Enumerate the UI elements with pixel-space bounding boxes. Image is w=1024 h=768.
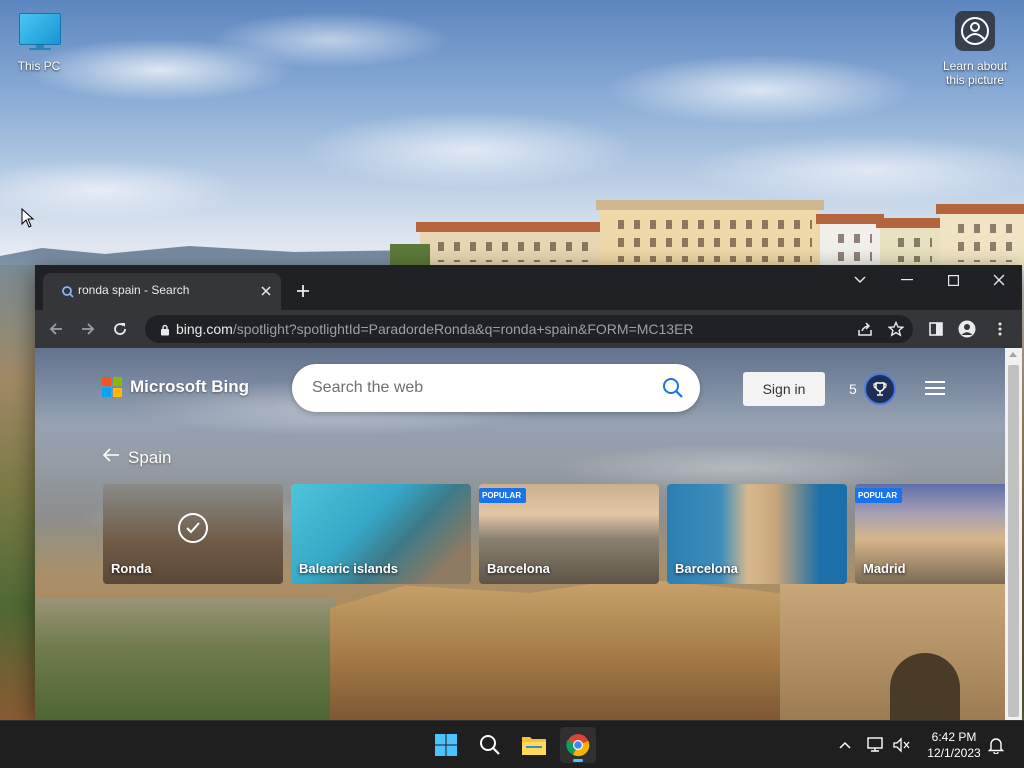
notification-bell-icon[interactable]	[986, 735, 1006, 755]
chrome-icon[interactable]	[560, 727, 596, 763]
arrow-left-icon	[102, 447, 120, 468]
trophy-icon[interactable]	[864, 373, 896, 405]
popular-badge: POPULAR	[855, 488, 903, 503]
card-balearic-islands[interactable]: Balearic islands	[291, 484, 471, 584]
card-madrid[interactable]: POPULAR Madrid	[855, 484, 1005, 584]
desktop-icon-label: This PC	[17, 59, 61, 73]
rewards-points: 5	[849, 381, 857, 397]
building	[596, 200, 824, 270]
cliff-background	[330, 578, 830, 720]
chevron-down-icon[interactable]	[837, 265, 883, 295]
left-terrain	[0, 265, 36, 720]
search-box	[292, 364, 700, 412]
desktop-icon-this-pc[interactable]: This PC	[0, 0, 80, 80]
network-icon[interactable]	[866, 735, 886, 755]
file-explorer-icon[interactable]	[516, 727, 552, 763]
vertical-scrollbar[interactable]	[1005, 348, 1022, 720]
page-content: Microsoft Bing Sign in 5 Spain Ro	[35, 348, 1005, 720]
lock-icon[interactable]	[160, 323, 170, 341]
arrow-right-icon[interactable]	[77, 318, 99, 340]
card-barcelona[interactable]: Barcelona	[667, 484, 847, 584]
taskbar: 6:42 PM 12/1/2023	[0, 720, 1024, 768]
tab-title: ronda spain - Search	[78, 283, 190, 297]
maximize-icon[interactable]	[930, 265, 976, 295]
scroll-thumb[interactable]	[1008, 365, 1019, 717]
search-icon[interactable]	[472, 727, 508, 763]
browser-toolbar: bing.com/spotlight?spotlightId=Paradorde…	[35, 310, 1022, 348]
arrow-left-icon[interactable]	[45, 318, 67, 340]
building	[936, 204, 1024, 270]
back-label: Spain	[128, 447, 172, 467]
card-ronda[interactable]: Ronda	[103, 484, 283, 584]
hamburger-menu-icon[interactable]	[925, 381, 945, 395]
card-label: Barcelona	[675, 561, 738, 576]
active-app-indicator	[573, 759, 583, 762]
card-label: Barcelona	[487, 561, 550, 576]
bing-logo-text: Microsoft Bing	[130, 377, 249, 396]
url-text: bing.com/spotlight?spotlightId=Paradorde…	[176, 321, 694, 337]
system-clock[interactable]: 6:42 PM 12/1/2023	[918, 729, 990, 761]
building	[876, 218, 944, 270]
browser-window: ronda spain - Search bing.com/spotlight?…	[35, 265, 1022, 720]
search-icon[interactable]	[662, 377, 684, 404]
card-barcelona-popular[interactable]: POPULAR Barcelona	[479, 484, 659, 584]
clock-time: 6:42 PM	[931, 730, 977, 744]
reload-icon[interactable]	[109, 318, 131, 340]
close-icon[interactable]	[257, 282, 275, 300]
monitor-icon	[19, 13, 61, 45]
more-vert-icon[interactable]	[989, 318, 1011, 340]
card-label: Ronda	[111, 561, 152, 576]
scroll-up-arrow-icon[interactable]	[1009, 352, 1017, 357]
ronda-town	[390, 190, 1024, 270]
search-input[interactable]	[312, 376, 642, 400]
windows-start-icon[interactable]	[428, 727, 464, 763]
minimize-icon[interactable]	[884, 265, 930, 295]
valley-background	[35, 598, 335, 720]
destination-carousel: Ronda Balearic islands POPULAR Barcelona…	[103, 484, 1005, 584]
volume-muted-icon[interactable]	[892, 735, 912, 755]
tab-ronda-spain-search[interactable]: ronda spain - Search	[43, 273, 281, 310]
plus-icon[interactable]	[292, 280, 314, 302]
microsoft-logo-icon	[102, 377, 122, 397]
profile-icon[interactable]	[956, 318, 978, 340]
popular-badge: POPULAR	[479, 488, 527, 503]
share-icon[interactable]	[854, 318, 876, 340]
card-label: Madrid	[863, 561, 906, 576]
address-bar[interactable]: bing.com/spotlight?spotlightId=Paradorde…	[145, 315, 913, 343]
bing-logo[interactable]: Microsoft Bing	[102, 377, 249, 397]
close-icon[interactable]	[976, 265, 1022, 295]
tab-strip: ronda spain - Search	[35, 265, 1022, 310]
side-panel-icon[interactable]	[925, 318, 947, 340]
chevron-up-icon[interactable]	[835, 735, 855, 755]
bridge-background	[780, 583, 1005, 720]
building	[816, 214, 884, 270]
star-icon[interactable]	[885, 318, 907, 340]
sign-in-button[interactable]: Sign in	[743, 372, 825, 406]
card-label: Balearic islands	[299, 561, 398, 576]
building	[416, 222, 604, 270]
back-to-spain-link[interactable]: Spain	[102, 447, 171, 468]
camera-icon	[955, 11, 995, 51]
search-icon	[60, 284, 76, 300]
checkmark-icon	[178, 513, 208, 543]
desktop-icon-label: Learn about this picture	[942, 59, 1008, 87]
clock-date: 12/1/2023	[927, 746, 981, 760]
